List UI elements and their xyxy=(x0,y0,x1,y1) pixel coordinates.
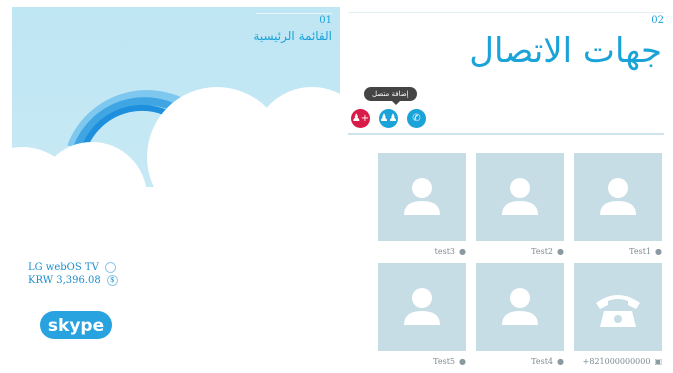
contact-name: +821000000000 xyxy=(582,357,651,366)
status-circle-icon xyxy=(104,262,116,273)
person-icon xyxy=(404,178,440,215)
contact-name: Test5 xyxy=(433,357,456,366)
offline-icon: ● xyxy=(655,247,662,256)
phone-number-icon: ▣ xyxy=(654,357,662,366)
contacts-panel: 02 جهات الاتصال إضافة متصل ♟+ ♟♟ ✆ Test1… xyxy=(346,7,666,366)
contact-card[interactable]: Test2 ● xyxy=(476,153,564,256)
sidebar-top-line xyxy=(256,13,332,14)
svg-text:skype: skype xyxy=(48,316,104,336)
offline-icon: ● xyxy=(459,357,466,366)
phone-icon: ✆ xyxy=(412,113,421,124)
add-person-icon: ♟+ xyxy=(351,113,370,124)
telephone-icon xyxy=(596,295,640,327)
offline-icon: ● xyxy=(459,247,466,256)
contact-avatar xyxy=(476,263,564,351)
contact-name: Test1 xyxy=(629,247,652,256)
contacts-top-line xyxy=(348,12,664,13)
contact-card[interactable]: +821000000000 ▣ xyxy=(574,263,662,366)
main-menu-link[interactable]: القائمة الرئيسية xyxy=(253,29,332,43)
balance-value: KRW 3,396.08 xyxy=(28,275,101,286)
call-button[interactable]: ✆ xyxy=(407,109,426,128)
contact-card[interactable]: Test5 ● xyxy=(378,263,466,366)
contact-avatar xyxy=(574,263,662,351)
balance-status: KRW 3,396.08 $ xyxy=(28,275,118,286)
divider xyxy=(348,133,664,135)
person-icon xyxy=(502,178,538,215)
contact-avatar xyxy=(378,153,466,241)
person-icon xyxy=(404,288,440,325)
page-title: جهات الاتصال xyxy=(469,31,662,71)
sidebar-panel: 01 القائمة الرئيسية LG webOS TV KRW 3,39… xyxy=(12,7,340,366)
add-contact-tooltip: إضافة متصل xyxy=(364,87,417,105)
contacts-number: 02 xyxy=(651,15,664,26)
contact-name: Test2 xyxy=(531,247,554,256)
contact-avatar xyxy=(476,153,564,241)
group-call-button[interactable]: ♟♟ xyxy=(379,109,398,128)
contact-name: Test4 xyxy=(531,357,554,366)
device-name: LG webOS TV xyxy=(28,262,99,273)
add-contact-button[interactable]: ♟+ xyxy=(351,109,370,128)
currency-icon: $ xyxy=(106,275,118,286)
person-icon xyxy=(600,178,636,215)
group-icon: ♟♟ xyxy=(379,113,398,124)
contact-avatar xyxy=(574,153,662,241)
contact-avatar xyxy=(378,263,466,351)
skype-logo: skype xyxy=(40,311,112,339)
offline-icon: ● xyxy=(557,247,564,256)
contact-card[interactable]: Test4 ● xyxy=(476,263,564,366)
offline-icon: ● xyxy=(557,357,564,366)
device-status: LG webOS TV xyxy=(28,262,116,273)
contact-card[interactable]: test3 ● xyxy=(378,153,466,256)
sidebar-number: 01 xyxy=(319,15,332,26)
contact-card[interactable]: Test1 ● xyxy=(574,153,662,256)
person-icon xyxy=(502,288,538,325)
contact-name: test3 xyxy=(434,247,456,256)
